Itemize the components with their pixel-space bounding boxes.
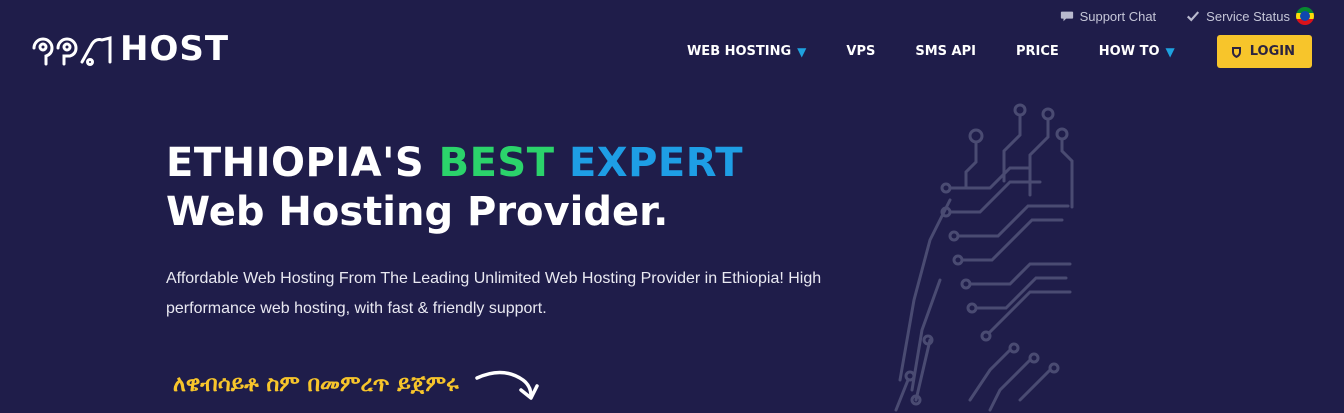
site-logo[interactable]: HOST: [30, 28, 229, 70]
chat-bubble-icon: [1060, 11, 1073, 22]
hero-subtitle: Affordable Web Hosting From The Leading …: [166, 270, 822, 317]
service-status-link[interactable]: Service Status: [1186, 7, 1314, 25]
nav-sms-api[interactable]: SMS API: [915, 44, 976, 59]
logo-text: HOST: [120, 29, 230, 69]
support-chat-link[interactable]: Support Chat: [1060, 8, 1157, 24]
nav-web-hosting-label: WEB HOSTING: [686, 44, 792, 59]
nav-web-hosting[interactable]: WEB HOSTING ▼: [687, 44, 806, 59]
nav-how-to-label: HOW TO: [1098, 44, 1160, 59]
nav-vps[interactable]: VPS: [846, 44, 875, 59]
nav-vps-label: VPS: [846, 44, 876, 59]
nav-price-label: PRICE: [1015, 44, 1059, 59]
support-chat-label: Support Chat: [1079, 8, 1157, 24]
main-nav: WEB HOSTING ▼ VPS SMS API PRICE HOW TO ▼…: [687, 35, 1312, 68]
nav-how-to[interactable]: HOW TO ▼: [1099, 44, 1175, 59]
login-button[interactable]: LOGIN: [1216, 35, 1312, 68]
page: Support Chat Service Status HOST WEB HOS…: [0, 0, 1344, 413]
utility-bar: Support Chat Service Status: [1060, 7, 1314, 25]
hero-title-part3: EXPERT: [568, 140, 744, 186]
hero-title: ETHIOPIA'S BEST EXPERT: [166, 140, 886, 186]
hero-title-part2: BEST: [438, 140, 569, 186]
login-label: LOGIN: [1249, 44, 1295, 59]
nav-price[interactable]: PRICE: [1016, 44, 1059, 59]
amharic-cta-text: ለዌብሳይቶ ስም በመምረጥ ይጀምሩ: [173, 371, 459, 397]
ethiopia-flag-icon[interactable]: [1296, 7, 1314, 25]
curved-arrow-icon: [474, 370, 539, 400]
hero-title-part1: ETHIOPIA'S: [166, 140, 439, 186]
shield-icon: [1231, 46, 1241, 58]
circuit-map-graphic: [894, 103, 1074, 412]
nav-sms-api-label: SMS API: [915, 44, 976, 59]
caret-down-icon: ▼: [797, 44, 807, 59]
check-icon: [1187, 11, 1200, 22]
hero-title-line2: Web Hosting Provider.: [166, 189, 669, 235]
logo-mark-icon: [32, 36, 112, 66]
service-status-label: Service Status: [1206, 8, 1290, 24]
hero-section: ETHIOPIA'S BEST EXPERT Web Hosting Provi…: [166, 140, 886, 324]
domain-search-cta: ለዌብሳይቶ ስም በመምረጥ ይጀምሩ: [173, 364, 543, 404]
caret-down-icon: ▼: [1165, 44, 1175, 59]
